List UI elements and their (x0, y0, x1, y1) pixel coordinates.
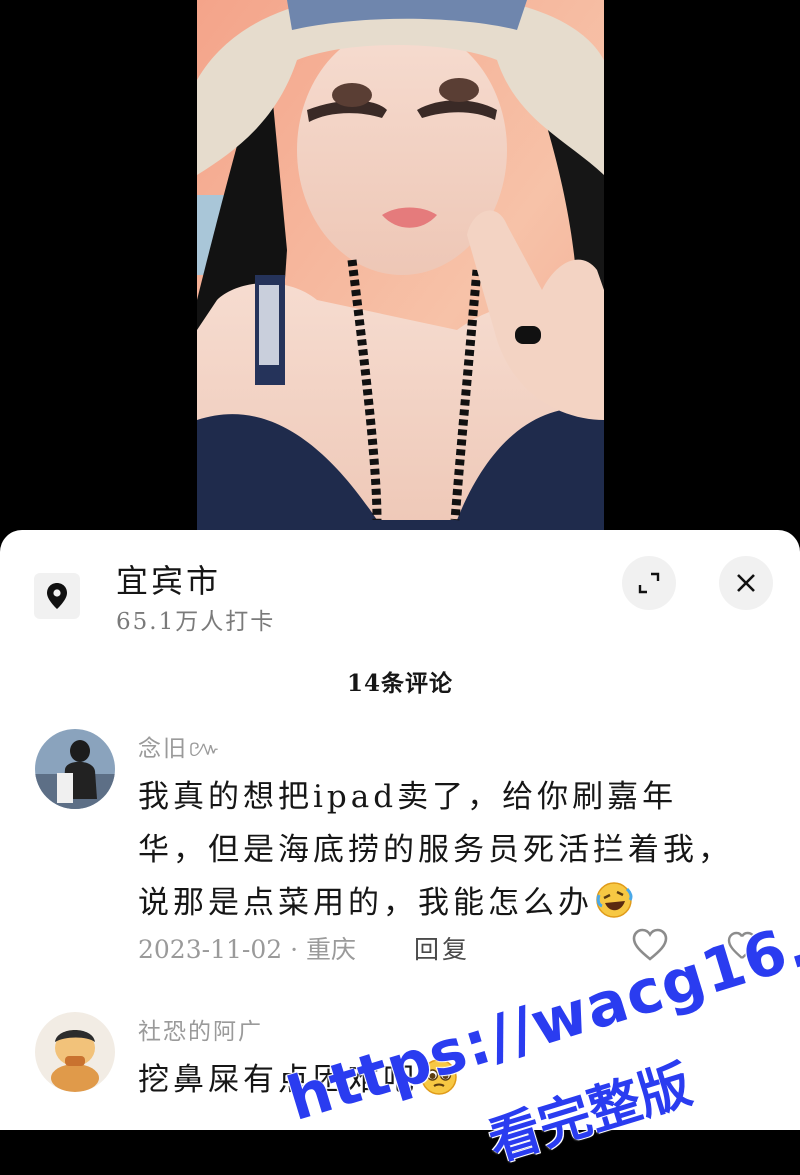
expand-button[interactable] (622, 556, 676, 610)
reply-button[interactable]: 回复 (414, 930, 470, 966)
comment-text: 我真的想把ipad卖了，给你刷嘉年华，但是海底捞的服务员死活拦着我，说那是点菜用… (138, 771, 738, 936)
video-photo (197, 0, 604, 545)
video-frame[interactable] (197, 0, 604, 545)
comment-body: 我真的想把ipad卖了，给你刷嘉年华，但是海底捞的服务员死活拦着我，说那是点菜用… (138, 779, 733, 921)
avatar[interactable] (35, 729, 115, 809)
comment-username[interactable]: 念旧៚ (138, 729, 223, 768)
expand-icon (638, 572, 660, 594)
rofl-emoji (595, 881, 633, 936)
close-icon (737, 574, 755, 592)
avatar[interactable] (35, 1012, 115, 1092)
checkin-count: 65.1万人打卡 (116, 609, 276, 635)
comment-count-header: 14条评论 (346, 670, 453, 697)
location-pin-icon[interactable] (34, 573, 80, 619)
close-button[interactable] (719, 556, 773, 610)
comment-username[interactable]: 社恐的阿广 (138, 1012, 263, 1046)
comment-meta: 2023-11-02 · 重庆 (138, 935, 356, 964)
location-title[interactable]: 宜宾市 (116, 556, 221, 602)
